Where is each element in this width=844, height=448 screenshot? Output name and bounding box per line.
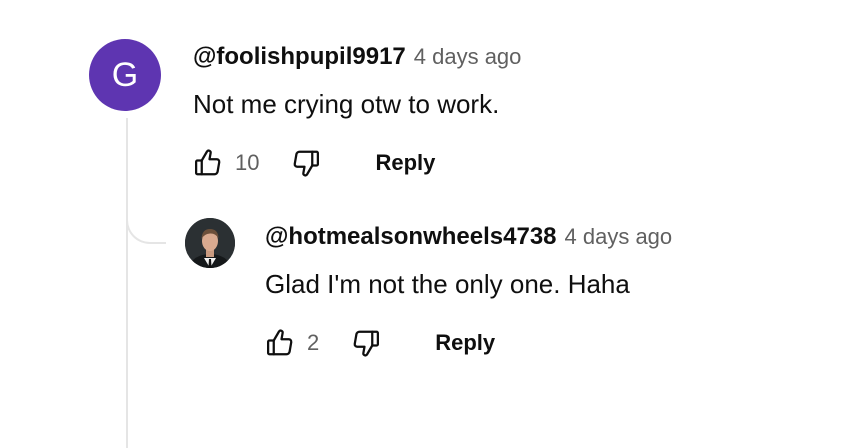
like-button[interactable] bbox=[263, 326, 297, 360]
comment-text: Glad I'm not the only one. Haha bbox=[265, 269, 630, 299]
like-button[interactable] bbox=[191, 146, 225, 180]
reply-button[interactable]: Reply bbox=[435, 330, 495, 356]
thumbs-up-icon bbox=[195, 149, 221, 176]
thread-connector bbox=[126, 180, 166, 244]
avatar[interactable] bbox=[185, 218, 235, 268]
comment-actions: 10 Reply bbox=[191, 145, 435, 181]
thumbs-up-icon bbox=[267, 329, 293, 356]
comment-header: @hotmealsonwheels4738 4 days ago bbox=[265, 223, 672, 251]
comment-header: @foolishpupil9917 4 days ago bbox=[193, 43, 521, 71]
thumbs-down-icon bbox=[353, 330, 380, 357]
dislike-button[interactable] bbox=[349, 326, 383, 360]
profile-photo-icon bbox=[185, 218, 235, 268]
like-count: 10 bbox=[235, 150, 260, 175]
like-count: 2 bbox=[307, 330, 320, 355]
author-handle[interactable]: @hotmealsonwheels4738 bbox=[265, 223, 557, 251]
comment-actions: 2 Reply bbox=[263, 325, 495, 361]
reply-button[interactable]: Reply bbox=[375, 150, 435, 176]
thread-line bbox=[126, 118, 156, 448]
avatar[interactable]: G bbox=[89, 39, 161, 111]
comment-text: Not me crying otw to work. bbox=[193, 89, 500, 119]
thumbs-down-icon bbox=[294, 150, 320, 177]
dislike-button[interactable] bbox=[289, 146, 323, 180]
comment-timestamp[interactable]: 4 days ago bbox=[565, 224, 673, 250]
avatar-letter: G bbox=[111, 55, 139, 94]
comment-timestamp[interactable]: 4 days ago bbox=[414, 44, 522, 70]
author-handle[interactable]: @foolishpupil9917 bbox=[193, 43, 406, 71]
